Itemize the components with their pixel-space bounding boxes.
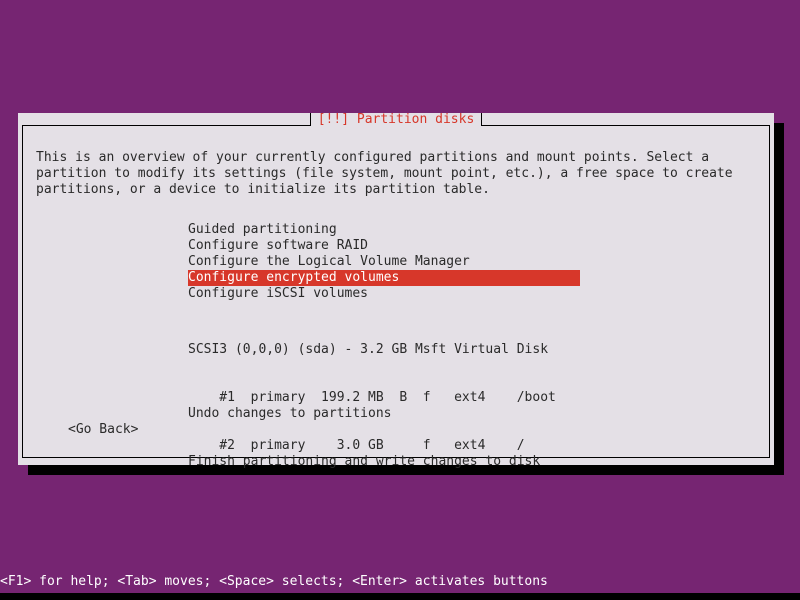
menu-item-configure-encrypted-volumes[interactable]: Configure encrypted volumes [188, 270, 580, 286]
menu-item-configure-logical-volume-manager[interactable]: Configure the Logical Volume Manager [188, 254, 580, 270]
dialog-inner-frame: This is an overview of your currently co… [22, 119, 770, 469]
menu-item-configure-iscsi-volumes[interactable]: Configure iSCSI volumes [188, 286, 580, 302]
intro-line-3: partitions, or a device to initialize it… [36, 182, 490, 197]
intro-line-1: This is an overview of your currently co… [36, 150, 710, 165]
menu-item-undo-changes[interactable]: Undo changes to partitions [188, 406, 540, 422]
bottom-black-bar [0, 593, 800, 600]
menu-item-guided-partitioning[interactable]: Guided partitioning [188, 222, 580, 238]
installer-screen: This is an overview of your currently co… [0, 0, 800, 600]
disk-header-sda[interactable]: SCSI3 (0,0,0) (sda) - 3.2 GB Msft Virtua… [188, 342, 556, 358]
go-back-button[interactable]: <Go Back> [68, 422, 138, 438]
partition-actions-list: Undo changes to partitions Finish partit… [188, 374, 540, 502]
menu-item-finish-partitioning[interactable]: Finish partitioning and write changes to… [188, 454, 540, 470]
dialog-description: This is an overview of your currently co… [36, 150, 733, 198]
title-right-rule [482, 113, 771, 126]
status-bar: <F1> for help; <Tab> moves; <Space> sele… [0, 570, 800, 593]
page-title: [!!] Partition disks [310, 113, 482, 126]
partition-disks-dialog: This is an overview of your currently co… [18, 113, 774, 469]
intro-line-2: partition to modify its settings (file s… [36, 166, 733, 181]
menu-item-configure-software-raid[interactable]: Configure software RAID [188, 238, 580, 254]
partition-menu-list: Guided partitioning Configure software R… [188, 222, 580, 302]
dialog-title-bar: [!!] Partition disks [22, 113, 771, 126]
title-left-rule [22, 113, 310, 126]
